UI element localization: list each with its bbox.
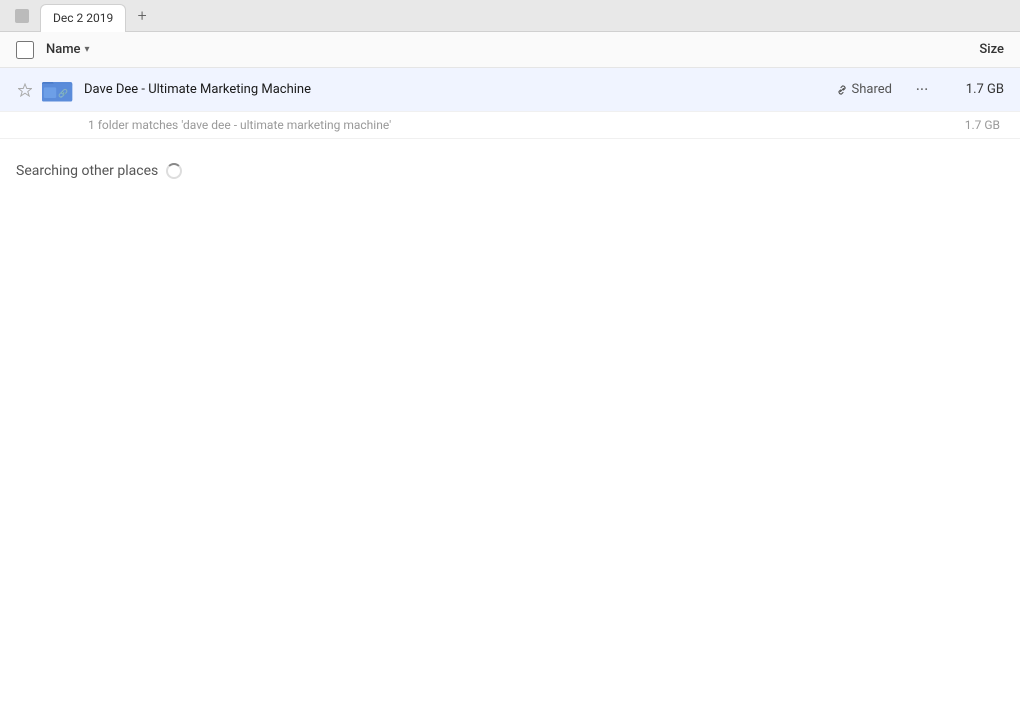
tab-label: Dec 2 2019 — [53, 11, 113, 25]
svg-text:🔗: 🔗 — [58, 88, 68, 98]
match-text-row: 1 folder matches 'dave dee - ultimate ma… — [0, 112, 1020, 139]
searching-other-places-row: Searching other places — [0, 139, 1020, 191]
folder-icon-svg: 🔗 — [42, 76, 74, 104]
shared-label: Shared — [852, 82, 892, 97]
size-column-label: Size — [979, 42, 1004, 57]
file-size-label: 1.7 GB — [944, 82, 1004, 97]
new-tab-icon: + — [138, 6, 147, 25]
star-icon — [18, 83, 32, 97]
main-content: Name ▾ Size 🔗 Dave Dee - Ultimate Market… — [0, 32, 1020, 720]
shared-badge[interactable]: Shared — [836, 82, 892, 97]
name-column-label: Name — [46, 42, 81, 57]
match-size: 1.7 GB — [965, 118, 1000, 132]
file-list-item[interactable]: 🔗 Dave Dee - Ultimate Marketing Machine … — [0, 68, 1020, 112]
more-options-button[interactable]: ··· — [908, 76, 936, 104]
folder-icon: 🔗 — [42, 74, 74, 106]
more-icon: ··· — [916, 80, 929, 99]
star-button[interactable] — [16, 81, 34, 99]
new-tab-button[interactable]: + — [130, 4, 154, 28]
name-sort-icon: ▾ — [85, 44, 90, 55]
file-name-label: Dave Dee - Ultimate Marketing Machine — [84, 82, 836, 97]
link-icon — [836, 84, 848, 96]
home-tab[interactable] — [8, 4, 36, 28]
size-column-header: Size — [924, 42, 1004, 57]
searching-label: Searching other places — [16, 163, 158, 179]
table-header: Name ▾ Size — [0, 32, 1020, 68]
tab-bar: Dec 2 2019 + — [0, 0, 1020, 32]
name-column-header[interactable]: Name ▾ — [46, 42, 924, 57]
active-tab[interactable]: Dec 2 2019 — [40, 4, 126, 32]
select-all-checkbox[interactable] — [16, 41, 34, 59]
match-text: 1 folder matches 'dave dee - ultimate ma… — [88, 118, 391, 132]
loading-spinner — [166, 163, 182, 179]
